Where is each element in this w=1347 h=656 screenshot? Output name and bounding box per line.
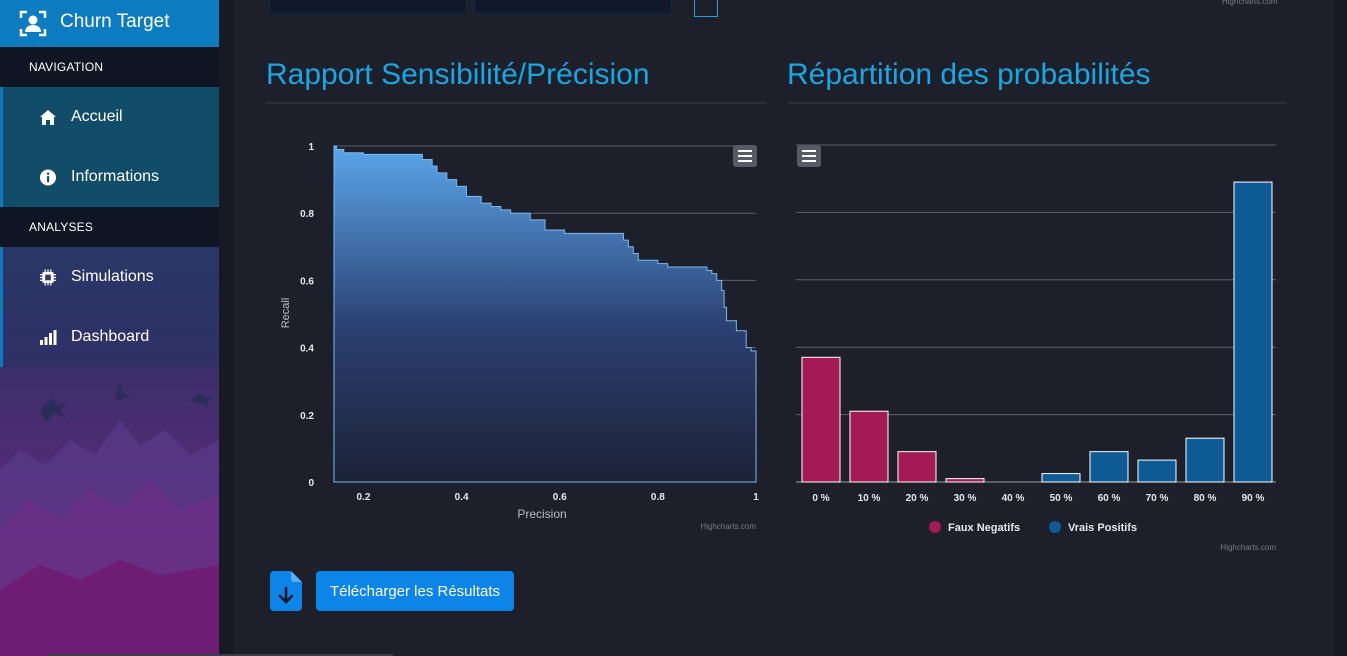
x-tick-label: 90 %	[1242, 493, 1265, 504]
nav-group-analyses: Simulations Dashboard	[0, 247, 219, 367]
bar	[1137, 459, 1177, 483]
section-title-navigation: NAVIGATION	[0, 47, 219, 87]
mountain-background	[0, 383, 219, 656]
sidebar-gutter	[219, 0, 234, 656]
section-title-analyses: ANALYSES	[0, 207, 219, 247]
sidebar-item-label: Dashboard	[71, 328, 150, 345]
bar-chart-icon	[40, 330, 57, 345]
nav-group-navigation: Accueil Informations	[0, 87, 219, 207]
bar	[1089, 451, 1129, 483]
bar	[1185, 437, 1225, 483]
x-tick-label: 40 %	[1002, 493, 1025, 504]
chart-menu-button[interactable]	[733, 145, 757, 167]
bar	[897, 451, 937, 483]
bar	[1041, 473, 1081, 483]
y-tick-label: 0	[308, 478, 314, 489]
title-divider	[787, 102, 1286, 104]
user-frame-icon	[19, 10, 47, 37]
pr-chart-title: Rapport Sensibilité/Précision	[266, 58, 650, 91]
bar	[945, 478, 985, 483]
x-tick-label: 0 %	[812, 493, 829, 504]
highcharts-credit[interactable]: Highcharts.com	[700, 522, 756, 531]
legend-label: Faux Negatifs	[948, 522, 1020, 534]
legend-label: Vrais Positifs	[1068, 522, 1137, 534]
sidebar-item-label: Simulations	[71, 268, 154, 285]
precision-recall-chart: 0 0.2 0.4 0.6 0.8 1 0.2 0.4 0.6 0.8 1 Recall Prec…	[280, 142, 759, 531]
legend-item[interactable]: Vrais Positifs	[1049, 521, 1137, 534]
right-gutter	[1333, 0, 1347, 656]
bar	[801, 356, 841, 483]
sidebar-item-accueil[interactable]: Accueil	[3, 87, 219, 147]
sidebar-item-label: Accueil	[71, 108, 123, 125]
file-download-icon[interactable]	[270, 571, 302, 611]
summary-card	[474, 0, 672, 14]
sidebar-item-label: Informations	[71, 168, 160, 185]
info-icon	[39, 169, 57, 186]
x-tick-label: 10 %	[858, 493, 881, 504]
x-tick-label: 70 %	[1146, 493, 1169, 504]
sidebar: Churn Target NAVIGATION Accueil Informat…	[0, 0, 219, 656]
x-tick-label: 50 %	[1050, 493, 1073, 504]
x-tick-label: 0.2	[356, 492, 370, 503]
chip-icon	[39, 269, 57, 286]
home-icon	[40, 110, 56, 125]
x-tick-label: 60 %	[1098, 493, 1121, 504]
bar	[849, 410, 889, 483]
x-axis-label: Precision	[517, 507, 566, 521]
x-tick-label: 1	[753, 492, 759, 503]
app-title: Churn Target	[60, 11, 170, 32]
checkbox-outline[interactable]	[694, 0, 718, 17]
y-axis-label: Recall	[280, 298, 292, 329]
y-tick-label: 0.6	[300, 276, 314, 287]
download-results-button[interactable]: Télécharger les Résultats	[316, 571, 514, 611]
x-tick-label: 0.6	[553, 492, 567, 503]
y-tick-label: 0.8	[300, 209, 314, 220]
highcharts-credit[interactable]: Highcharts.com	[1220, 543, 1276, 552]
legend-marker	[929, 521, 941, 533]
y-tick-label: 0.4	[300, 344, 314, 355]
legend-item[interactable]: Faux Negatifs	[929, 521, 1020, 534]
x-tick-label: 80 %	[1194, 493, 1217, 504]
y-tick-label: 0.2	[300, 411, 314, 422]
sidebar-item-informations[interactable]: Informations	[3, 147, 219, 207]
highcharts-credit[interactable]: Highcharts.com	[1222, 0, 1278, 6]
sidebar-item-dashboard[interactable]: Dashboard	[3, 307, 219, 367]
probability-distribution-chart: 0 % 10 % 20 % 30 % 40 % 50 % 60 % 70 % 80 % 90 % …	[796, 144, 1276, 552]
bar	[1233, 181, 1273, 483]
summary-card	[269, 0, 467, 14]
x-tick-label: 30 %	[954, 493, 977, 504]
chart-legend: Faux Negatifs Vrais Positifs	[929, 521, 1137, 534]
app-brand[interactable]: Churn Target	[0, 0, 219, 47]
pr-area-series	[333, 145, 757, 483]
x-tick-label: 0.4	[455, 492, 469, 503]
x-tick-label: 20 %	[906, 493, 929, 504]
title-divider	[266, 102, 766, 104]
y-tick-label: 1	[308, 142, 314, 153]
sidebar-item-simulations[interactable]: Simulations	[3, 247, 219, 307]
distribution-chart-title: Répartition des probabilités	[787, 58, 1151, 91]
legend-marker	[1049, 521, 1061, 533]
x-tick-label: 0.8	[651, 492, 665, 503]
chart-menu-button[interactable]	[797, 145, 821, 167]
